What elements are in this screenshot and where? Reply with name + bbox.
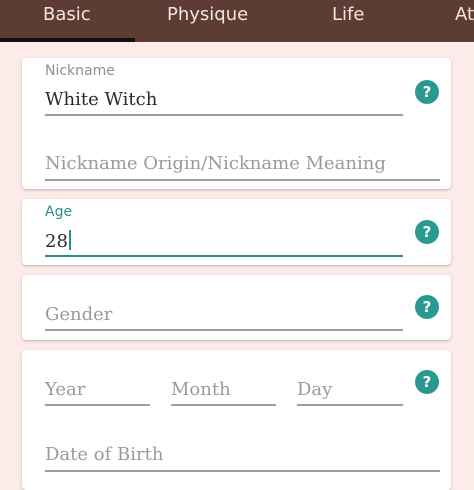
nickname-help-icon[interactable]: ? bbox=[415, 80, 439, 104]
nickname-input[interactable]: White Witch bbox=[45, 89, 157, 110]
gender-help-icon[interactable]: ? bbox=[415, 295, 439, 319]
date-of-birth-input[interactable]: Date of Birth bbox=[45, 444, 163, 465]
tab-attributes[interactable]: At bbox=[455, 4, 474, 25]
tab-basic[interactable]: Basic bbox=[43, 4, 91, 25]
gender-input[interactable]: Gender bbox=[45, 304, 112, 325]
year-input[interactable]: Year bbox=[45, 379, 85, 400]
age-underline bbox=[45, 255, 403, 257]
nickname-origin-input[interactable]: Nickname Origin/Nickname Meaning bbox=[45, 153, 386, 174]
birth-card: Year Month Day ? Date of Birth bbox=[22, 350, 451, 490]
month-underline bbox=[171, 404, 276, 406]
month-input[interactable]: Month bbox=[171, 379, 231, 400]
nickname-card: Nickname White Witch ? Nickname Origin/N… bbox=[22, 58, 451, 189]
tab-indicator bbox=[0, 38, 135, 42]
birth-help-icon[interactable]: ? bbox=[415, 370, 439, 394]
gender-underline bbox=[45, 329, 403, 331]
age-value: 28 bbox=[45, 231, 68, 252]
text-caret bbox=[68, 230, 71, 250]
year-underline bbox=[45, 404, 150, 406]
date-of-birth-underline bbox=[45, 470, 440, 472]
age-input[interactable]: 28 bbox=[45, 230, 71, 252]
age-label: Age bbox=[45, 204, 73, 220]
nickname-label: Nickname bbox=[45, 63, 115, 79]
age-help-icon[interactable]: ? bbox=[415, 220, 439, 244]
tab-bar: Basic Physique Life At bbox=[0, 0, 474, 42]
nickname-origin-underline bbox=[45, 179, 440, 181]
nickname-underline bbox=[45, 114, 403, 116]
tab-physique[interactable]: Physique bbox=[167, 4, 248, 25]
day-input[interactable]: Day bbox=[297, 379, 332, 400]
tab-life[interactable]: Life bbox=[332, 4, 364, 25]
day-underline bbox=[297, 404, 403, 406]
gender-card: Gender ? bbox=[22, 275, 451, 340]
age-card: Age 28 ? bbox=[22, 199, 451, 265]
